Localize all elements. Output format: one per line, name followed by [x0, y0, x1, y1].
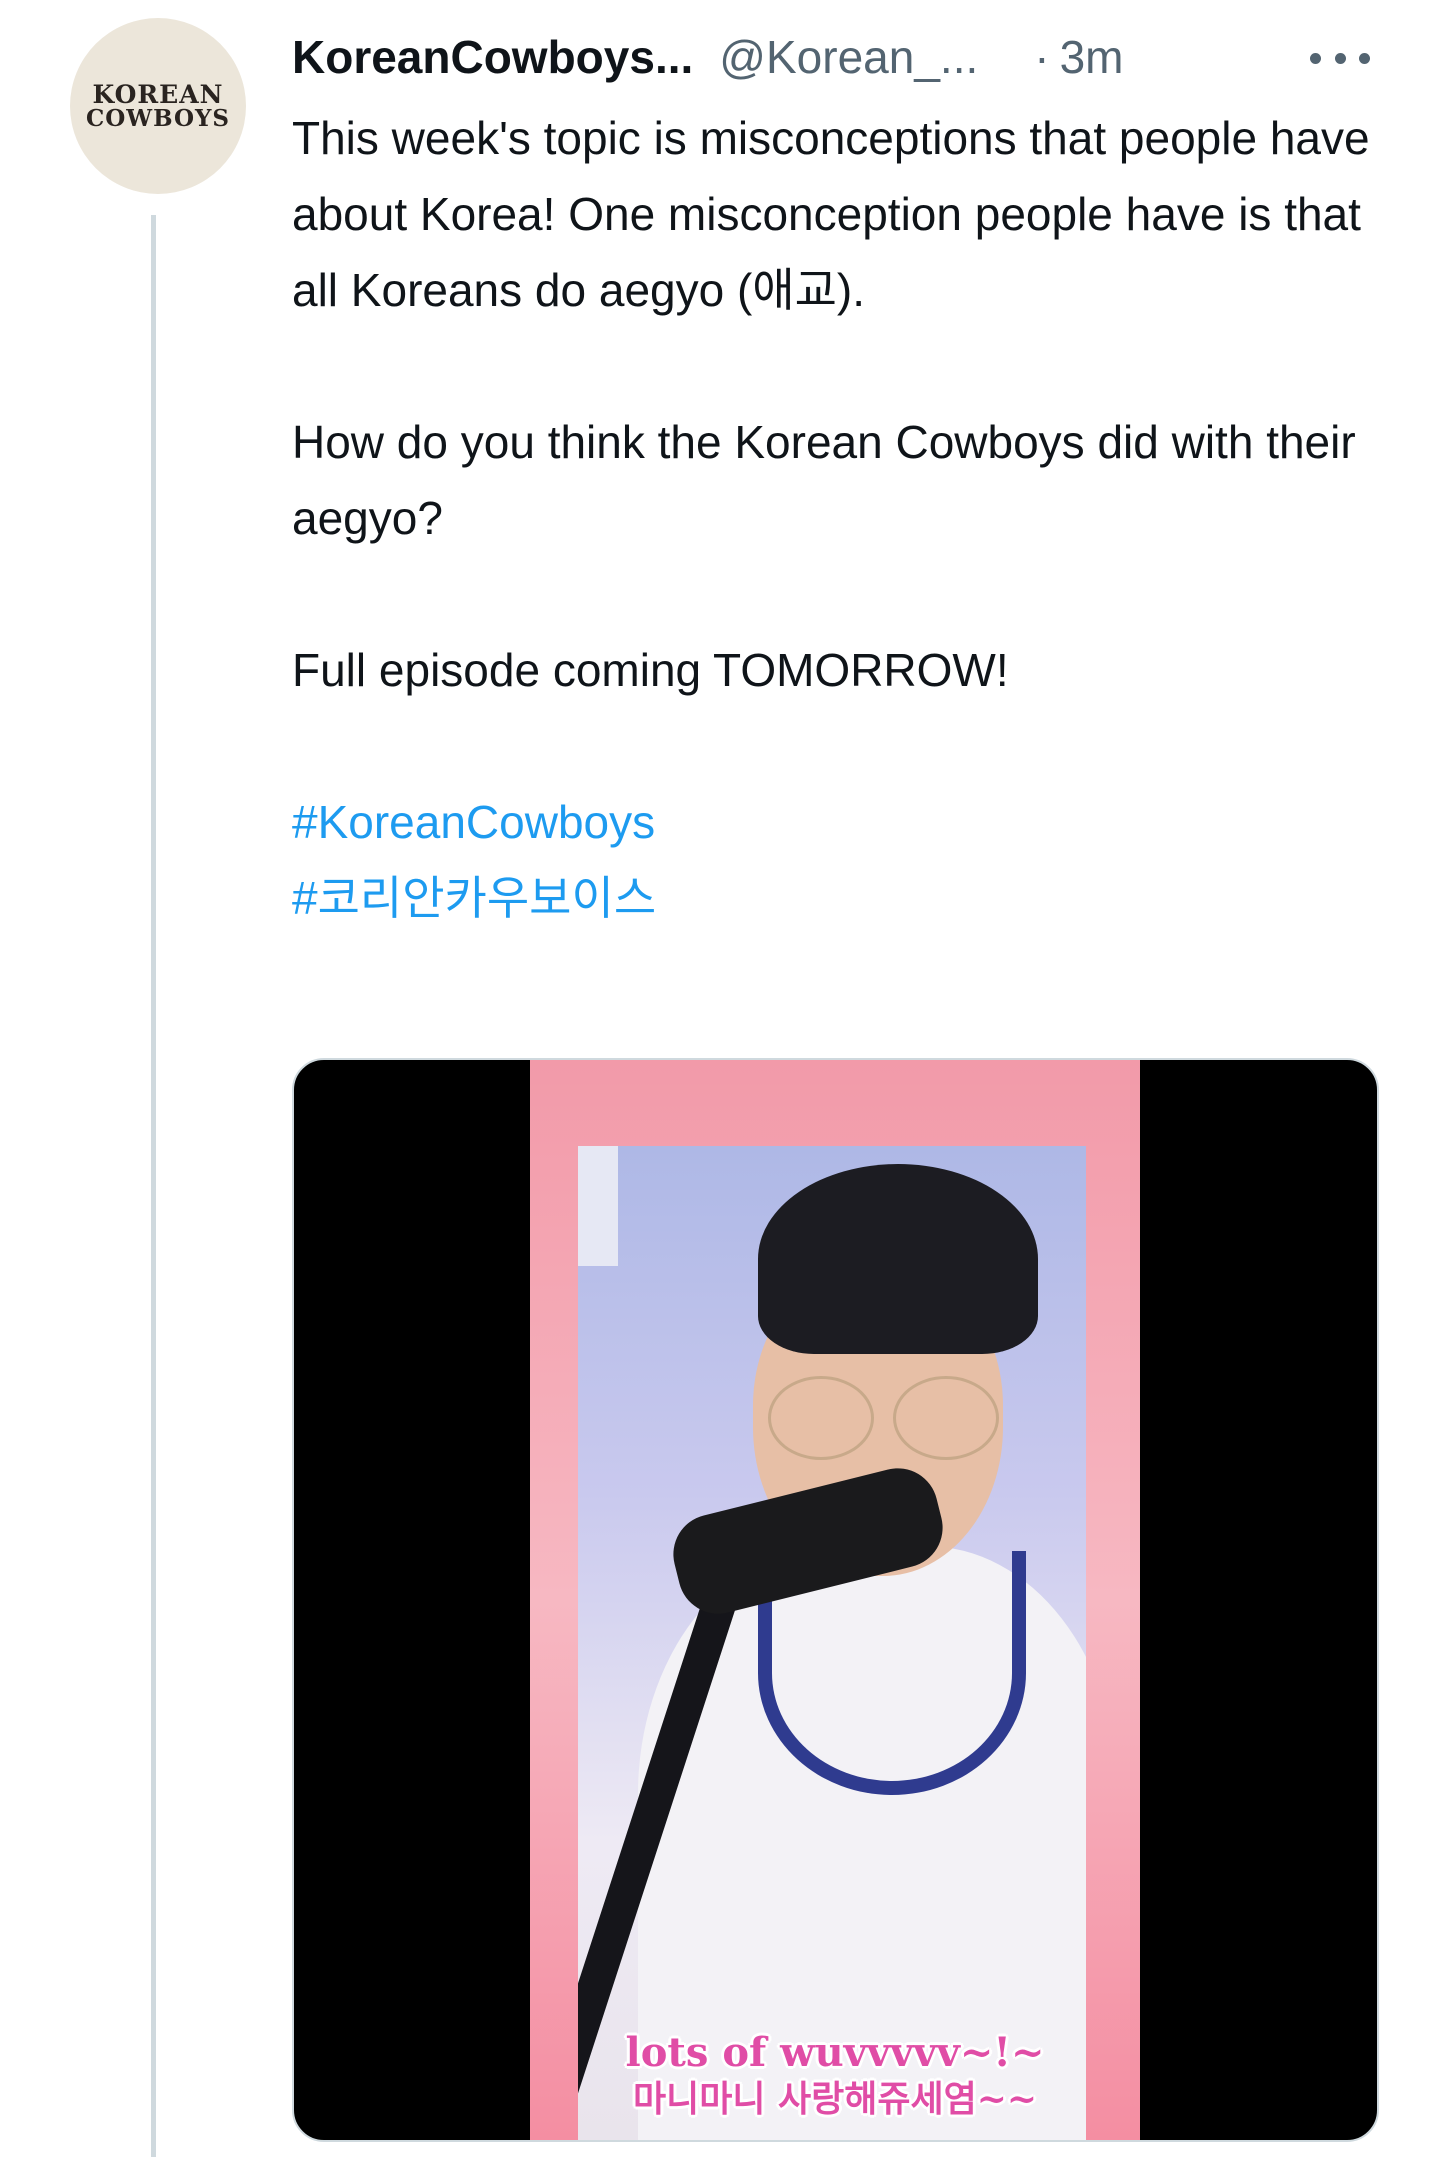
more-options-icon[interactable]	[1310, 38, 1370, 78]
video-still	[578, 1146, 1086, 2140]
tweet-paragraph: How do you think the Korean Cowboys did …	[292, 416, 1356, 544]
caption-line-korean: 마니마니 사랑해쥬세염~~	[632, 2078, 1038, 2120]
more-dot	[1310, 52, 1321, 64]
header-separator: ·	[1034, 31, 1050, 83]
avatar-logo-line2: COWBOYS	[85, 105, 231, 132]
video-frame: lots of wuvvvvv~!~ 마니마니 사랑해쥬세염~~	[530, 1060, 1140, 2140]
author-handle[interactable]: @Korean_...	[719, 30, 978, 84]
author-avatar[interactable]: KOREAN COWBOYS	[70, 18, 246, 194]
more-dot	[1334, 52, 1346, 64]
cap-shape	[758, 1164, 1038, 1354]
hashtag-link[interactable]: #KoreanCowboys	[292, 784, 1382, 860]
hashtag-link[interactable]: #코리안카우보이스	[292, 860, 1382, 936]
avatar-logo-line1: KOREAN	[92, 80, 224, 109]
author-display-name[interactable]: KoreanCowboys...	[292, 30, 693, 84]
video-media[interactable]: lots of wuvvvvv~!~ 마니마니 사랑해쥬세염~~	[292, 1058, 1379, 2142]
caption-line-english: lots of wuvvvvv~!~	[625, 2029, 1045, 2076]
tweet-body: This week's topic is misconceptions that…	[292, 100, 1382, 936]
tweet-paragraph: This week's topic is misconceptions that…	[292, 112, 1370, 316]
tweet-paragraph: Full episode coming TOMORROW!	[292, 644, 1009, 696]
thread-connector-line	[151, 215, 156, 2157]
tweet-header: KoreanCowboys... @Korean_... · 3m	[292, 24, 1370, 90]
more-dot	[1359, 52, 1370, 64]
video-caption: lots of wuvvvvv~!~ 마니마니 사랑해쥬세염~~	[530, 2030, 1140, 2122]
tweet-timestamp[interactable]: 3m	[1060, 30, 1124, 84]
glasses-shape	[768, 1376, 1008, 1460]
